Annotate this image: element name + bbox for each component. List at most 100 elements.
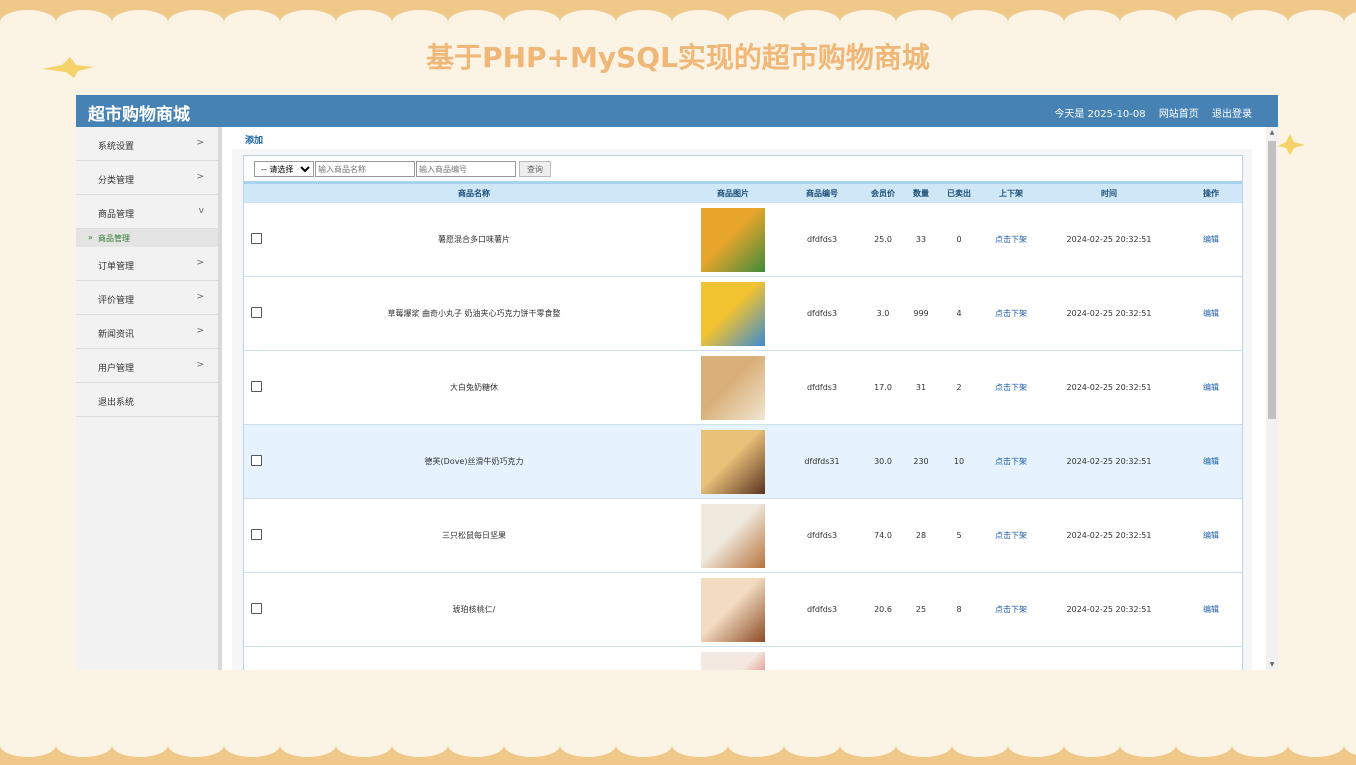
product-image-cell bbox=[680, 572, 786, 647]
table-row: 草莓爆浆 曲奇小丸子 奶油夹心巧克力饼干零食整 dfdfds3 3.0 999 4 点击下… bbox=[244, 276, 1242, 351]
sidebar-item-label: 商品管理 bbox=[98, 210, 135, 220]
sidebar-item-products[interactable]: 商品管理 v bbox=[76, 195, 218, 229]
product-image-cell bbox=[680, 350, 786, 425]
decorative-top-border bbox=[0, 0, 1356, 34]
quantity: 32 bbox=[908, 646, 934, 670]
filter-bar: -- 请选择 -- 查询 bbox=[254, 161, 552, 177]
quantity: 230 bbox=[908, 424, 934, 499]
row-checkbox[interactable] bbox=[250, 381, 262, 392]
product-code: dfdfds3 bbox=[786, 498, 858, 573]
decorative-bottom-border bbox=[0, 733, 1356, 765]
toggle-shelf-link[interactable]: 点击下架 bbox=[984, 646, 1038, 670]
edit-link[interactable]: 编辑 bbox=[1180, 572, 1242, 647]
add-product-link[interactable]: 添加 bbox=[245, 133, 263, 146]
scrollbar-thumb[interactable] bbox=[1268, 141, 1276, 419]
toggle-shelf-link[interactable]: 点击下架 bbox=[984, 424, 1038, 499]
product-name: 蜀道香 牛肉零食大礼 bbox=[268, 646, 680, 670]
member-price: 3.0 bbox=[858, 276, 908, 351]
home-link[interactable]: 网站首页 bbox=[1159, 109, 1199, 120]
quantity: 33 bbox=[908, 203, 934, 277]
product-image-cell bbox=[680, 646, 786, 670]
row-checkbox[interactable] bbox=[250, 603, 262, 614]
row-checkbox[interactable] bbox=[250, 233, 262, 244]
sold-count: 1 bbox=[934, 646, 984, 670]
edit-link[interactable]: 编辑 bbox=[1180, 498, 1242, 573]
product-image bbox=[701, 651, 765, 670]
created-time: 2024-02-25 20:32:51 bbox=[1038, 350, 1180, 425]
sidebar-subitem-products[interactable]: » 商品管理 bbox=[76, 229, 218, 247]
created-time: 2024-02-25 20:32:51 bbox=[1038, 498, 1180, 573]
member-price: 74.0 bbox=[858, 498, 908, 573]
edit-link[interactable]: 编辑 bbox=[1180, 203, 1242, 277]
created-time: 2024-02-25 20:32:51 bbox=[1038, 276, 1180, 351]
col-header-action: 操作 bbox=[1180, 181, 1242, 203]
product-name-input[interactable] bbox=[315, 161, 415, 177]
product-code: dfdfds3 bbox=[786, 572, 858, 647]
row-checkbox[interactable] bbox=[250, 529, 262, 540]
sold-count: 2 bbox=[934, 350, 984, 425]
slide-title: 基于PHP+MySQL实现的超市购物商城 bbox=[426, 41, 930, 74]
product-name: 三只松鼠每日坚果 bbox=[268, 498, 680, 573]
col-header-code: 商品编号 bbox=[786, 181, 858, 203]
edit-link[interactable]: 编辑 bbox=[1180, 646, 1242, 670]
edit-link[interactable]: 编辑 bbox=[1180, 424, 1242, 499]
header-checkbox-col bbox=[244, 181, 268, 203]
checkbox-cell bbox=[244, 498, 268, 573]
row-checkbox[interactable] bbox=[250, 455, 262, 466]
checkbox-cell bbox=[244, 572, 268, 647]
checkbox-cell bbox=[244, 350, 268, 425]
content-panel: -- 请选择 -- 查询 商品名称 商品图片 商品编号 会员价 数量 已卖出 bbox=[232, 149, 1252, 670]
sidebar-item-exit[interactable]: 退出系统 bbox=[76, 383, 218, 417]
category-select[interactable]: -- 请选择 -- bbox=[254, 161, 314, 177]
toggle-shelf-link[interactable]: 点击下架 bbox=[984, 276, 1038, 351]
col-header-qty: 数量 bbox=[908, 181, 934, 203]
product-image bbox=[701, 429, 765, 494]
product-list-frame: -- 请选择 -- 查询 商品名称 商品图片 商品编号 会员价 数量 已卖出 bbox=[243, 155, 1243, 670]
toggle-shelf-link[interactable]: 点击下架 bbox=[984, 203, 1038, 277]
product-code-input[interactable] bbox=[416, 161, 516, 177]
scroll-up-icon[interactable]: ▲ bbox=[1268, 129, 1276, 136]
col-header-price: 会员价 bbox=[858, 181, 908, 203]
created-time: 2024-02-25 20:32:51 bbox=[1038, 203, 1180, 277]
col-header-name: 商品名称 bbox=[268, 181, 680, 203]
quantity: 25 bbox=[908, 572, 934, 647]
sidebar-item-reviews[interactable]: 评价管理 > bbox=[76, 281, 218, 315]
sidebar-subitem-label: 商品管理 bbox=[98, 234, 130, 243]
product-image-cell bbox=[680, 276, 786, 351]
sidebar-item-users[interactable]: 用户管理 > bbox=[76, 349, 218, 383]
app-window: 超市购物商城 今天是 2025-10-08 网站首页 退出登录 系统设置 > 分… bbox=[76, 95, 1278, 670]
sidebar-item-orders[interactable]: 订单管理 > bbox=[76, 247, 218, 281]
toggle-shelf-link[interactable]: 点击下架 bbox=[984, 572, 1038, 647]
table-row: 薯愿混合多口味薯片 dfdfds3 25.0 33 0 点击下架 2024-02-25 20… bbox=[244, 203, 1242, 277]
quantity: 999 bbox=[908, 276, 934, 351]
toggle-shelf-link[interactable]: 点击下架 bbox=[984, 350, 1038, 425]
member-price: 25.0 bbox=[858, 203, 908, 277]
product-code: dfdfds3 bbox=[786, 276, 858, 351]
member-price: 17.0 bbox=[858, 350, 908, 425]
sidebar-item-label: 分类管理 bbox=[98, 176, 135, 186]
vertical-scrollbar[interactable]: ▲ ▼ bbox=[1266, 127, 1278, 670]
col-header-image: 商品图片 bbox=[680, 181, 786, 203]
scroll-down-icon[interactable]: ▼ bbox=[1268, 661, 1276, 668]
sidebar-item-system-settings[interactable]: 系统设置 > bbox=[76, 127, 218, 161]
header-right: 今天是 2025-10-08 网站首页 退出登录 bbox=[1044, 105, 1252, 120]
sidebar-item-news[interactable]: 新闻资讯 > bbox=[76, 315, 218, 349]
sold-count: 5 bbox=[934, 498, 984, 573]
product-name: 草莓爆浆 曲奇小丸子 奶油夹心巧克力饼干零食整 bbox=[268, 276, 680, 351]
product-table: 商品名称 商品图片 商品编号 会员价 数量 已卖出 上下架 时间 操作 薯愿混合… bbox=[244, 181, 1242, 670]
sidebar-item-label: 订单管理 bbox=[98, 262, 135, 272]
col-header-status: 上下架 bbox=[984, 181, 1038, 203]
row-checkbox[interactable] bbox=[250, 307, 262, 318]
logout-link[interactable]: 退出登录 bbox=[1212, 109, 1252, 120]
edit-link[interactable]: 编辑 bbox=[1180, 350, 1242, 425]
search-button[interactable]: 查询 bbox=[519, 161, 551, 177]
product-image bbox=[701, 503, 765, 568]
toggle-shelf-link[interactable]: 点击下架 bbox=[984, 498, 1038, 573]
table-header-row: 商品名称 商品图片 商品编号 会员价 数量 已卖出 上下架 时间 操作 bbox=[244, 181, 1242, 203]
sold-count: 10 bbox=[934, 424, 984, 499]
sidebar-item-category[interactable]: 分类管理 > bbox=[76, 161, 218, 195]
product-image bbox=[701, 355, 765, 420]
brand-title: 超市购物商城 bbox=[88, 105, 190, 125]
product-image bbox=[701, 281, 765, 346]
edit-link[interactable]: 编辑 bbox=[1180, 276, 1242, 351]
